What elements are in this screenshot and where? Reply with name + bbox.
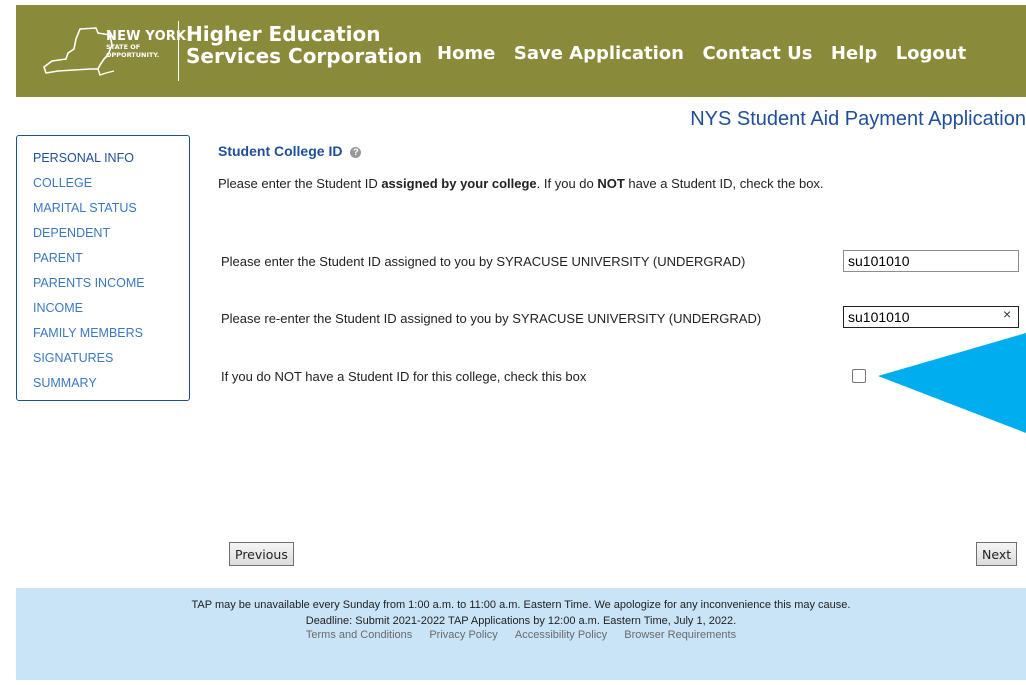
footer-link-terms[interactable]: Terms and Conditions: [306, 629, 412, 641]
sidebar-item-dependent[interactable]: DEPENDENT: [33, 221, 189, 246]
reenter-student-id-input[interactable]: [843, 306, 1019, 328]
no-student-id-checkbox[interactable]: [852, 369, 866, 383]
footer-link-privacy[interactable]: Privacy Policy: [429, 629, 497, 641]
sidebar-item-personal-info[interactable]: PERSONAL INFO: [33, 146, 189, 171]
nav-save-application[interactable]: Save Application: [514, 43, 684, 64]
sidebar-item-signatures[interactable]: SIGNATURES: [33, 346, 189, 371]
sidebar-item-income[interactable]: INCOME: [33, 296, 189, 321]
org-name-line1: Higher Education: [186, 22, 381, 46]
intro-text: Please enter the Student ID assigned by …: [218, 176, 824, 191]
logo-line1: NEW YORK: [106, 29, 187, 44]
footer-link-browser[interactable]: Browser Requirements: [624, 629, 736, 641]
nav-home[interactable]: Home: [437, 43, 495, 64]
clear-input-icon[interactable]: ×: [1003, 306, 1011, 322]
question-circle-icon[interactable]: ?: [350, 147, 362, 158]
previous-button[interactable]: Previous: [229, 542, 294, 566]
site-footer: TAP may be unavailable every Sunday from…: [16, 588, 1026, 680]
intro-bold2: NOT: [597, 176, 625, 191]
top-nav: Home Save Application Contact Us Help Lo…: [437, 43, 980, 64]
footer-deadline: Deadline: Submit 2021-2022 TAP Applicati…: [305, 615, 737, 627]
org-name-line2: Services Corporation: [186, 44, 423, 68]
intro-part1: Please enter the Student ID: [218, 176, 382, 191]
reenter-student-id-label: Please re-enter the Student ID assigned …: [221, 311, 762, 326]
student-id-input[interactable]: [843, 250, 1019, 272]
footer-links: Terms and Conditions Privacy Policy Acce…: [16, 629, 1026, 641]
org-name: Higher Education Services Corporation: [186, 23, 422, 67]
page-title: NYS Student Aid Payment Application: [690, 108, 1026, 130]
nys-logo: NEW YORK STATE OF OPPORTUNITY.: [106, 30, 186, 58]
site-header: NEW YORK STATE OF OPPORTUNITY. Higher Ed…: [16, 5, 1026, 97]
section-title: Student College ID ?: [218, 143, 362, 159]
nav-contact-us[interactable]: Contact Us: [702, 43, 812, 64]
sidebar-item-college[interactable]: COLLEGE: [33, 171, 189, 196]
sidebar-item-family-members[interactable]: FAMILY MEMBERS: [33, 321, 189, 346]
section-title-text: Student College ID: [218, 143, 343, 159]
intro-part3: have a Student ID, check the box.: [624, 176, 824, 191]
logo-line2: STATE OF: [106, 43, 141, 51]
next-button[interactable]: Next: [976, 542, 1018, 566]
nav-help[interactable]: Help: [831, 43, 877, 64]
intro-part2: . If you do: [536, 176, 598, 191]
no-student-id-label: If you do NOT have a Student ID for this…: [221, 369, 587, 384]
intro-bold1: assigned by your college: [381, 176, 537, 191]
sidebar-item-marital-status[interactable]: MARITAL STATUS: [33, 196, 189, 221]
logo-divider: [178, 21, 179, 81]
nav-logout[interactable]: Logout: [896, 43, 967, 64]
callout-arrow-icon: [878, 333, 1026, 433]
sidebar-item-summary[interactable]: SUMMARY: [33, 371, 189, 396]
sidebar-nav: PERSONAL INFO COLLEGE MARITAL STATUS DEP…: [16, 135, 190, 401]
sidebar-item-parent[interactable]: PARENT: [33, 246, 189, 271]
footer-link-accessibility[interactable]: Accessibility Policy: [515, 629, 607, 641]
student-id-label: Please enter the Student ID assigned to …: [221, 254, 746, 269]
logo-line3: OPPORTUNITY.: [106, 50, 160, 59]
sidebar-item-parents-income[interactable]: PARENTS INCOME: [33, 271, 189, 296]
footer-notice: TAP may be unavailable every Sunday from…: [191, 599, 851, 611]
